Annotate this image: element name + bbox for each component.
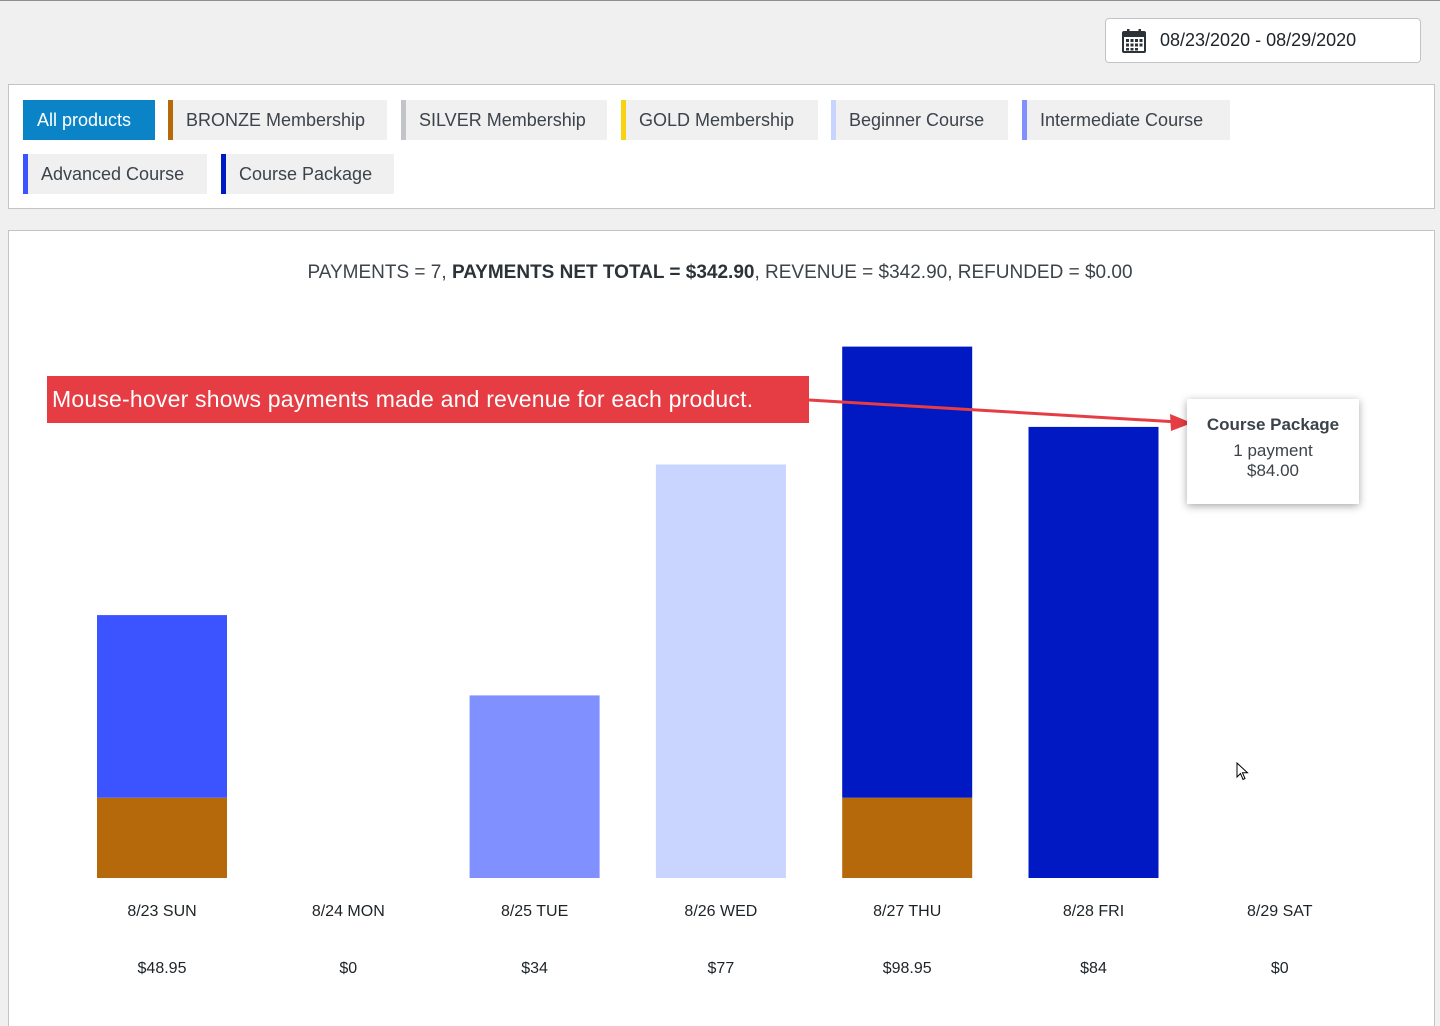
annotation-callout: Mouse-hover shows payments made and reve… xyxy=(47,376,809,423)
bar-segment[interactable] xyxy=(469,695,600,878)
tooltip-amount: $84.00 xyxy=(1247,461,1299,480)
bar-segment[interactable] xyxy=(97,797,227,878)
bar-segment[interactable] xyxy=(842,346,973,798)
day-total-label: $84 xyxy=(1080,960,1107,977)
x-tick-label: 8/25 TUE xyxy=(500,903,569,920)
x-tick-label: 8/23 SUN xyxy=(127,903,197,920)
day-total-label: $0 xyxy=(339,960,358,977)
day-total-label: $34 xyxy=(521,960,548,977)
day-total-label: $77 xyxy=(707,960,735,977)
tooltip-payments: 1 payment xyxy=(1233,441,1313,460)
bar-segment[interactable] xyxy=(842,797,973,878)
bar-segment[interactable] xyxy=(1028,426,1159,878)
day-total-label: $48.95 xyxy=(137,960,187,977)
x-tick-label: 8/26 WED xyxy=(684,903,758,920)
callout-text: Mouse-hover shows payments made and reve… xyxy=(52,386,754,412)
x-tick-label: 8/28 FRI xyxy=(1062,903,1125,920)
bar-segment[interactable] xyxy=(97,615,227,798)
day-total-label: $0 xyxy=(1270,960,1289,977)
bar-segment[interactable] xyxy=(655,464,786,879)
tooltip-title: Course Package xyxy=(1206,415,1340,434)
day-total-label: $98.95 xyxy=(882,960,932,977)
mouse-cursor-icon xyxy=(1236,762,1249,781)
x-tick-label: 8/24 MON xyxy=(311,903,385,920)
hover-tooltip: Course Package 1 payment $84.00 xyxy=(1187,399,1359,504)
x-tick-label: 8/27 THU xyxy=(873,903,942,920)
revenue-bar-chart xyxy=(97,346,1192,879)
x-tick-label: 8/29 SAT xyxy=(1247,903,1313,920)
